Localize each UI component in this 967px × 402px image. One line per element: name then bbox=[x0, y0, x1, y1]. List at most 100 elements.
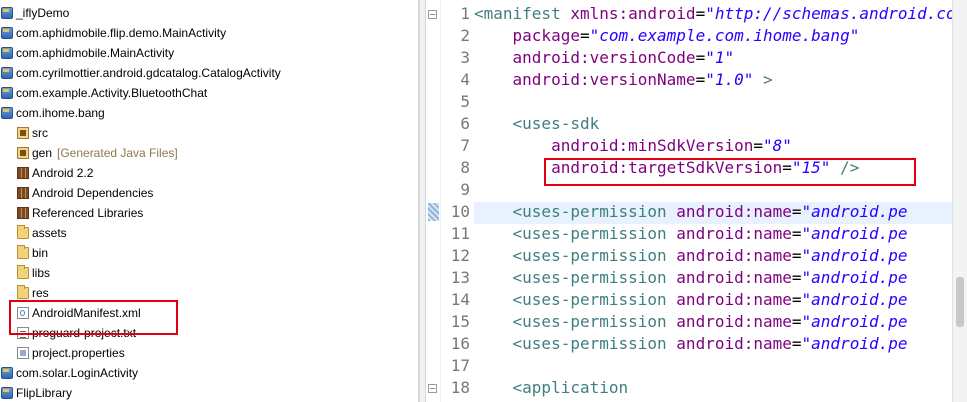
code-token: "com.example.com.ihome.bang" bbox=[589, 26, 860, 45]
tree-item[interactable]: _iflyDemo bbox=[0, 3, 417, 23]
package-explorer-tree[interactable]: _iflyDemo com.aphidmobile.flip.demo.MainA… bbox=[0, 0, 419, 402]
code-token: = bbox=[695, 4, 706, 23]
panel-splitter[interactable] bbox=[419, 0, 426, 402]
code-token: "android.pe bbox=[801, 246, 908, 265]
code-token: > bbox=[753, 70, 773, 89]
tree-item-label: Referenced Libraries bbox=[32, 206, 144, 220]
annotation-marker[interactable] bbox=[428, 203, 439, 221]
library-icon bbox=[17, 167, 29, 179]
tree-item-label: com.solar.LoginActivity bbox=[16, 366, 139, 380]
code-token: = bbox=[791, 224, 802, 243]
code-line[interactable]: <uses-permission android:name="android.p… bbox=[474, 245, 908, 267]
folder-icon bbox=[17, 225, 29, 239]
line-number: 16 bbox=[450, 334, 470, 353]
tree-item[interactable]: gen [Generated Java Files] bbox=[0, 143, 417, 163]
code-line[interactable]: <uses-permission android:name="android.p… bbox=[474, 289, 908, 311]
tree-item[interactable]: assets bbox=[0, 223, 417, 243]
tree-item[interactable]: Referenced Libraries bbox=[0, 203, 417, 223]
tree-item[interactable]: com.aphidmobile.flip.demo.MainActivity bbox=[0, 23, 417, 43]
code-token: android:name bbox=[676, 312, 792, 331]
xml-editor[interactable]: 1 2 3 4 5 6 7 8 9 10 11 12 13 14 15 16 17 18− − <manifest … bbox=[426, 0, 967, 402]
tree-item[interactable]: com.cyrilmottier.android.gdcatalog.Catal… bbox=[0, 63, 417, 83]
code-line[interactable]: <application bbox=[474, 377, 629, 399]
tree-item[interactable]: com.example.Activity.BluetoothChat bbox=[0, 83, 417, 103]
line-number: 17 bbox=[450, 356, 470, 375]
code-token: <application bbox=[512, 378, 629, 397]
code-token: android:name bbox=[676, 246, 792, 265]
code-line[interactable]: <uses-permission android:name="android.p… bbox=[474, 267, 908, 289]
code-token: android:name bbox=[676, 290, 792, 309]
tree-item-label: com.aphidmobile.flip.demo.MainActivity bbox=[16, 26, 227, 40]
code-line[interactable]: <manifest xmlns:android="http://schemas.… bbox=[474, 3, 967, 25]
code-token: android:name bbox=[676, 202, 792, 221]
code-area[interactable]: <manifest xmlns:android="http://schemas.… bbox=[474, 0, 967, 402]
code-line[interactable]: <uses-permission android:name="android.p… bbox=[474, 201, 908, 223]
tree-item-label: project.properties bbox=[32, 346, 125, 360]
line-number: 4 bbox=[460, 70, 470, 89]
code-token: "android.pe bbox=[801, 202, 908, 221]
tree-item-label: assets bbox=[32, 226, 67, 240]
code-line[interactable]: <uses-permission android:name="android.p… bbox=[474, 311, 908, 333]
code-line[interactable]: android:versionName="1.0" > bbox=[474, 69, 773, 91]
fold-toggle-icon[interactable]: − bbox=[428, 10, 437, 19]
line-number: 13 bbox=[450, 268, 470, 287]
tree-item-label: bin bbox=[32, 246, 49, 260]
vertical-scrollbar[interactable] bbox=[952, 0, 967, 402]
folder-icon bbox=[17, 245, 29, 259]
code-token: "1.0" bbox=[705, 70, 754, 89]
library-icon bbox=[17, 187, 29, 199]
code-token: android:versionName bbox=[512, 70, 696, 89]
line-number: 2 bbox=[460, 26, 470, 45]
tree-item[interactable]: com.solar.LoginActivity bbox=[0, 363, 417, 383]
code-line[interactable]: android:versionCode="1" bbox=[474, 47, 735, 69]
properties-file-icon bbox=[17, 347, 29, 359]
fold-toggle-icon[interactable]: − bbox=[428, 384, 437, 393]
tree-item-label: Android Dependencies bbox=[32, 186, 154, 200]
tree-item[interactable]: com.aphidmobile.MainActivity bbox=[0, 43, 417, 63]
code-token: <manifest bbox=[474, 4, 571, 23]
code-line[interactable]: <uses-permission android:name="android.p… bbox=[474, 333, 908, 355]
code-token: = bbox=[791, 202, 802, 221]
tree-item[interactable]: bin bbox=[0, 243, 417, 263]
code-token: <uses-permission bbox=[512, 202, 677, 221]
line-number: 14 bbox=[450, 290, 470, 309]
tree-item[interactable]: FlipLibrary bbox=[0, 383, 417, 402]
code-line[interactable]: android:minSdkVersion="8" bbox=[474, 135, 792, 157]
line-number: 12 bbox=[450, 246, 470, 265]
tree-item[interactable]: src bbox=[0, 123, 417, 143]
code-token: "android.pe bbox=[801, 290, 908, 309]
library-icon bbox=[17, 207, 29, 219]
scrollbar-thumb[interactable] bbox=[956, 277, 964, 327]
tree-item-label: com.ihome.bang bbox=[16, 106, 105, 120]
code-line[interactable]: <uses-sdk bbox=[474, 113, 600, 135]
editor-ruler bbox=[426, 0, 441, 402]
code-token: = bbox=[791, 312, 802, 331]
tree-item-label: Android 2.2 bbox=[32, 166, 94, 180]
code-token: "8" bbox=[763, 136, 792, 155]
folder-icon bbox=[17, 265, 29, 279]
tree-item[interactable]: com.ihome.bang bbox=[0, 103, 417, 123]
project-icon bbox=[1, 27, 13, 39]
code-token: <uses-sdk bbox=[512, 114, 600, 133]
tree-item[interactable]: Android 2.2 bbox=[0, 163, 417, 183]
code-line[interactable]: <uses-permission android:name="android.p… bbox=[474, 223, 908, 245]
code-token: <uses-permission bbox=[512, 312, 677, 331]
tree-item[interactable]: libs bbox=[0, 263, 417, 283]
code-token: <uses-permission bbox=[512, 268, 677, 287]
tree-item[interactable]: project.properties bbox=[0, 343, 417, 363]
tree-item[interactable]: Android Dependencies bbox=[0, 183, 417, 203]
code-token: android:versionCode bbox=[512, 48, 696, 67]
code-token: android:name bbox=[676, 334, 792, 353]
code-line[interactable]: package="com.example.com.ihome.bang" bbox=[474, 25, 860, 47]
tree-item-label: gen bbox=[32, 146, 53, 160]
tree-item-label: com.aphidmobile.MainActivity bbox=[16, 46, 175, 60]
code-token: <uses-permission bbox=[512, 334, 677, 353]
